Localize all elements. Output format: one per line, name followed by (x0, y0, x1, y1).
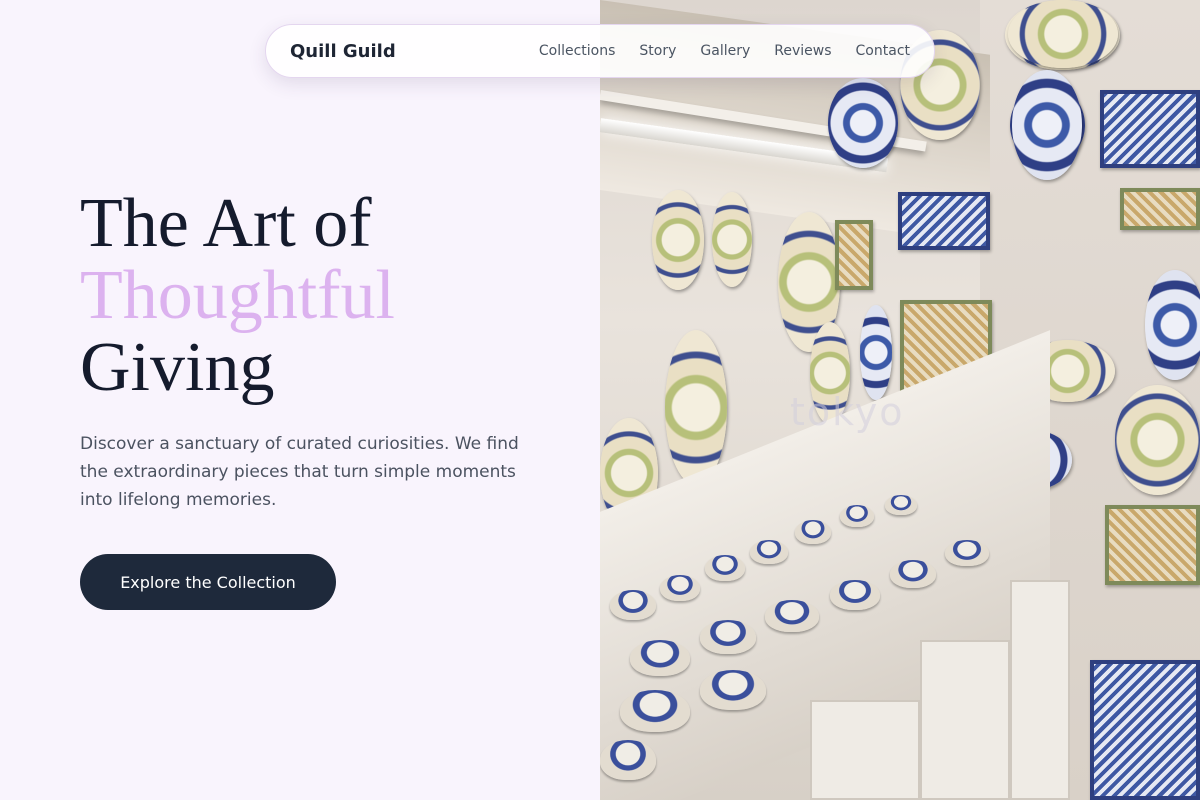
photo-plate (665, 330, 727, 485)
nav-link-contact[interactable]: Contact (856, 43, 910, 59)
photo-cabinet (920, 640, 1010, 800)
photo-tile (1090, 660, 1200, 800)
photo-bowl (945, 540, 989, 566)
photo-bowl (610, 590, 656, 620)
photo-cabinet (810, 700, 920, 800)
photo-bowl (600, 740, 656, 780)
headline-accent: Thoughtful (80, 257, 395, 334)
photo-bowl (750, 540, 788, 564)
photo-plate (652, 190, 704, 290)
photo-bowl (630, 640, 690, 676)
photo-plate (860, 305, 892, 400)
photo-bowl (620, 690, 690, 732)
photo-plate (712, 192, 752, 287)
photo-plate (828, 78, 898, 168)
explore-collection-button[interactable]: Explore the Collection (80, 554, 336, 610)
brand-logo[interactable]: Quill Guild (290, 41, 396, 62)
photo-tile (1105, 505, 1200, 585)
photo-watermark: tokyo (790, 390, 905, 434)
photo-plate (1012, 70, 1082, 180)
nav-links: Collections Story Gallery Reviews Contac… (539, 43, 910, 59)
photo-bowl (765, 600, 819, 632)
headline-line-3: Giving (80, 329, 275, 406)
photo-plate (1115, 385, 1200, 495)
photo-bowl (890, 560, 936, 588)
photo-bowl (840, 505, 874, 527)
headline-line-1: The Art of (80, 185, 372, 262)
photo-bowl (705, 555, 745, 581)
photo-tile (898, 192, 990, 250)
photo-bowl (660, 575, 700, 601)
hero-photo-ceramics-shop: tokyo (600, 0, 1200, 800)
photo-bowl (830, 580, 880, 610)
nav-link-reviews[interactable]: Reviews (774, 43, 831, 59)
photo-bowl (700, 670, 766, 710)
photo-bowl (795, 520, 831, 544)
photo-tile (835, 220, 873, 290)
photo-plate (1145, 270, 1200, 380)
photo-tile (1120, 188, 1200, 230)
photo-tile (1100, 90, 1200, 168)
top-navigation: Quill Guild Collections Story Gallery Re… (265, 24, 935, 78)
hero-description: Discover a sanctuary of curated curiosit… (80, 434, 519, 510)
nav-link-collections[interactable]: Collections (539, 43, 616, 59)
photo-bowl (700, 620, 756, 654)
hero-headline: The Art of Thoughtful Giving (80, 188, 580, 404)
photo-cabinet (1010, 580, 1070, 800)
photo-bowl (885, 495, 917, 515)
nav-link-gallery[interactable]: Gallery (700, 43, 750, 59)
nav-link-story[interactable]: Story (639, 43, 676, 59)
photo-plate (1008, 0, 1118, 68)
